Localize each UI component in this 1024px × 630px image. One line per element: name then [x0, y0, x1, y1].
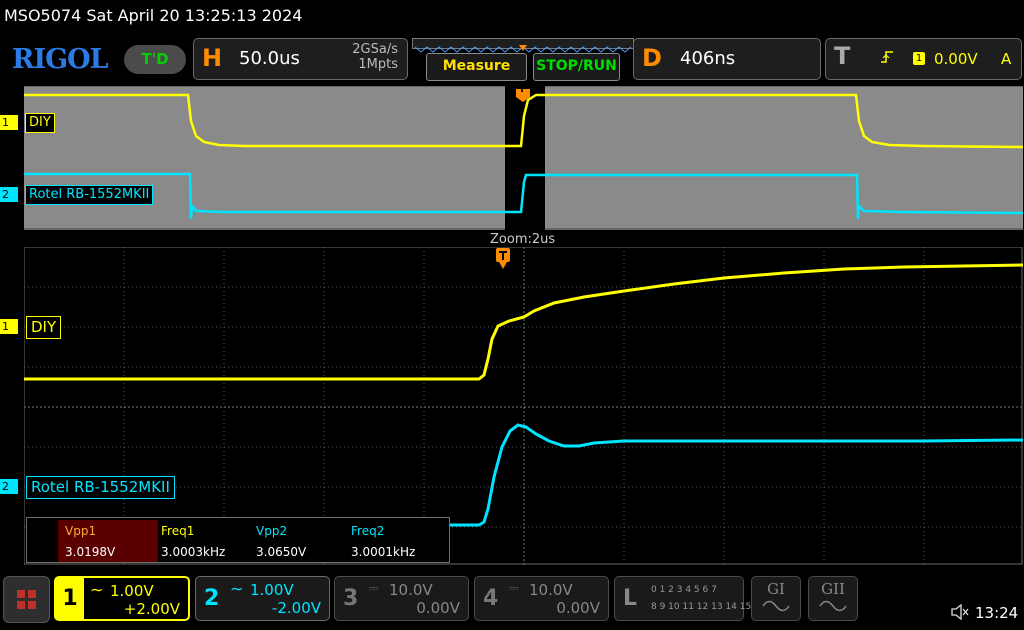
- zoom-label: Zoom:2us: [490, 232, 556, 247]
- overview-waveforms: [24, 86, 1023, 230]
- overview-ch1-trace: [24, 93, 1023, 149]
- ch1-offset: +2.00V: [123, 600, 180, 618]
- measurement-header-vpp1: Vpp1: [65, 524, 97, 538]
- sine-wave-icon: [762, 600, 790, 612]
- logic-channels-row2: 8 9 10 11 12 13 14 15: [651, 602, 752, 612]
- measure-button[interactable]: Measure: [426, 53, 527, 81]
- delay-value: 406ns: [680, 48, 736, 69]
- ch2-offset: -2.00V: [271, 599, 321, 617]
- main-ch1-trace: [24, 263, 1023, 381]
- main-ch1-marker[interactable]: 1: [0, 319, 22, 334]
- menu-button[interactable]: [3, 576, 50, 623]
- generator-2-button[interactable]: GII: [808, 576, 858, 621]
- logic-letter: L: [623, 586, 638, 611]
- generator-2-label: GII: [821, 580, 845, 598]
- delay-letter: D: [642, 44, 662, 72]
- main-trigger-marker: [496, 248, 510, 270]
- main-ch2-label: Rotel RB-1552MKII: [26, 476, 175, 499]
- ch1-number: 1: [62, 586, 78, 611]
- ch3-number: 3: [343, 586, 359, 611]
- logic-analyzer-settings[interactable]: L 0 1 2 3 4 5 6 7 8 9 10 11 12 13 14 15: [614, 576, 751, 621]
- logic-channels-row1: 0 1 2 3 4 5 6 7: [651, 585, 717, 595]
- sine-wave-icon: [819, 600, 847, 612]
- measurement-value-vpp1: 3.0198V: [65, 545, 116, 559]
- ac-coupling-icon: ∼: [90, 580, 104, 599]
- rising-edge-icon: [880, 49, 894, 69]
- overview-ch2-trace: [24, 172, 1023, 220]
- ch3-settings[interactable]: 3 ⎓ 10.0V 0.00V: [334, 576, 469, 621]
- trigger-mode: A: [1001, 50, 1012, 68]
- measurement-header-freq2: Freq2: [351, 524, 385, 538]
- ch4-offset: 0.00V: [556, 599, 600, 617]
- measurement-header-vpp2: Vpp2: [256, 524, 288, 538]
- ch2-number: 2: [204, 586, 220, 611]
- ch4-settings[interactable]: 4 ⎓ 10.0V 0.00V: [474, 576, 609, 621]
- horizontal-letter: H: [202, 44, 223, 72]
- trigger-level: 0.00V: [934, 50, 978, 68]
- overview-ch2-marker[interactable]: 2: [0, 187, 22, 202]
- title-bar: MSO5074 Sat April 20 13:25:13 2024: [0, 0, 1024, 34]
- clock: 13:24: [975, 604, 1019, 622]
- generator-1-button[interactable]: GI: [751, 576, 801, 621]
- device-title: MSO5074 Sat April 20 13:25:13 2024: [4, 6, 303, 25]
- measurement-panel[interactable]: Vpp1 Freq1 Vpp2 Freq2 3.0198V 3.0003kHz …: [26, 517, 450, 563]
- overview-ch1-marker[interactable]: 1: [0, 115, 22, 130]
- measurement-value-freq2: 3.0001kHz: [351, 545, 416, 559]
- delay-settings[interactable]: D 406ns: [633, 38, 821, 80]
- ch2-scale: 1.00V: [250, 581, 294, 599]
- sample-rate: 2GSa/s: [352, 42, 398, 57]
- acquisition-info: 2GSa/s 1Mpts: [342, 42, 398, 72]
- trigger-settings[interactable]: T 1 0.00V A: [825, 38, 1022, 80]
- triggered-indicator: T'D: [124, 45, 186, 74]
- main-ch2-marker[interactable]: 2: [0, 479, 22, 494]
- measurement-value-vpp2: 3.0650V: [256, 545, 307, 559]
- ac-coupling-icon: ∼: [230, 579, 244, 598]
- rigol-logo: RIGOL: [12, 44, 109, 75]
- memory-position-strip: [412, 38, 634, 53]
- ch3-offset: 0.00V: [416, 599, 460, 617]
- overview-ch2-label: Rotel RB-1552MKII: [25, 185, 154, 205]
- memory-position-marker: [519, 45, 527, 51]
- trigger-source: 1: [913, 52, 925, 65]
- dc-coupling-icon: ⎓: [509, 581, 519, 595]
- stop-run-button[interactable]: STOP/RUN: [533, 53, 620, 81]
- ch4-scale: 10.0V: [529, 581, 573, 599]
- ch4-number: 4: [483, 586, 499, 611]
- grid-menu-icon: [17, 590, 36, 609]
- trigger-letter: T: [834, 42, 851, 70]
- overview-ch1-label: DIY: [25, 113, 55, 133]
- generator-1-label: GI: [767, 580, 785, 598]
- main-ch1-label: DIY: [26, 316, 62, 339]
- dc-coupling-icon: ⎓: [369, 581, 379, 595]
- speaker-muted-icon[interactable]: [951, 603, 969, 624]
- overview-trigger-marker: T: [516, 85, 530, 102]
- timebase-value: 50.0us: [239, 48, 300, 69]
- main-ch2-trace: [444, 423, 1023, 527]
- ch1-scale: 1.00V: [110, 582, 154, 600]
- ch3-scale: 10.0V: [389, 581, 433, 599]
- measurement-header-freq1: Freq1: [161, 524, 195, 538]
- ch1-settings[interactable]: 1 ∼ 1.00V +2.00V: [54, 576, 190, 621]
- memory-depth: 1Mpts: [358, 57, 398, 72]
- measurement-value-freq1: 3.0003kHz: [161, 545, 226, 559]
- ch2-settings[interactable]: 2 ∼ 1.00V -2.00V: [195, 576, 330, 621]
- horizontal-settings[interactable]: H 50.0us 2GSa/s 1Mpts: [193, 38, 408, 80]
